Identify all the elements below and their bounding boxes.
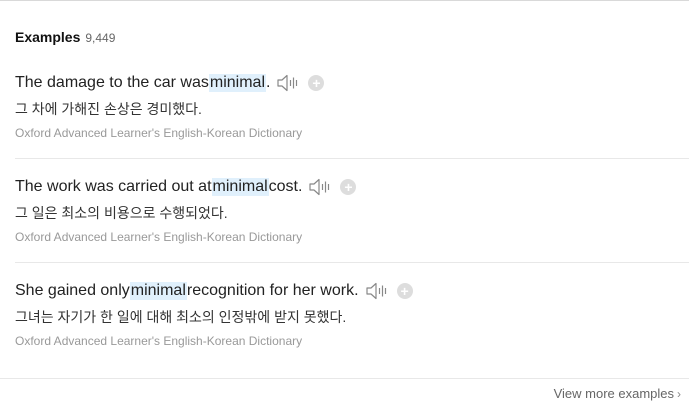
speaker-icon[interactable] [308,177,332,197]
example-source[interactable]: Oxford Advanced Learner's English-Korean… [15,334,302,348]
add-to-wordbook-icon[interactable]: + [308,75,325,91]
view-more-examples-link[interactable]: View more examples › [554,386,681,401]
sentence-text: The work was carried out at [15,178,212,195]
add-to-wordbook-icon[interactable]: + [396,283,413,299]
example-item: She gained only minimal recognition for … [0,208,689,348]
example-translation: 그녀는 자기가 한 일에 대해 최소의 인정밖에 받지 못했다. [15,309,347,325]
sentence-text: She gained only [15,282,130,299]
sentence-text: recognition for her work. [186,282,359,299]
speaker-icon[interactable] [276,73,300,93]
highlighted-word[interactable]: minimal [129,282,187,300]
chevron-right-icon: › [677,387,681,401]
sentence-text: . [266,74,271,91]
sentence-text: The damage to the car was [15,74,209,91]
footer-divider [0,378,689,379]
view-more-label: View more examples [553,386,674,401]
highlighted-word[interactable]: minimal [208,74,267,92]
add-to-wordbook-icon[interactable]: + [340,179,357,195]
speaker-icon[interactable] [365,281,389,301]
example-sentence: She gained only minimal recognition for … [15,280,413,302]
example-item: The work was carried out at minimal cost… [0,104,689,244]
example-sentence: The work was carried out at minimal cost… [15,176,357,198]
example-sentence: The damage to the car was minimal. + [15,72,325,94]
example-item: The damage to the car was minimal. + 그 차… [0,0,689,140]
highlighted-word[interactable]: minimal [211,178,269,196]
sentence-text: cost. [268,178,303,195]
